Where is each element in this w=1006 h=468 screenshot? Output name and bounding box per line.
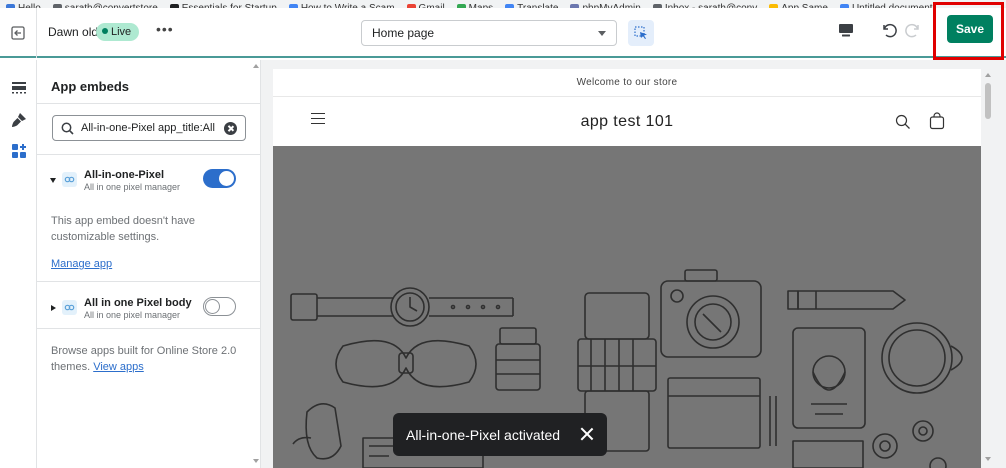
clear-search-icon[interactable] [224, 122, 237, 135]
divider [37, 328, 260, 329]
view-apps-link[interactable]: View apps [93, 361, 144, 373]
embed-search-field[interactable] [52, 115, 246, 141]
embed-name: All in one Pixel body [84, 297, 192, 309]
live-dot-icon [102, 28, 108, 34]
hero-image [273, 146, 981, 468]
sections-icon [12, 82, 26, 94]
editor-topbar: Dawn old Live ••• Home page [0, 8, 1006, 58]
undo-icon [883, 23, 897, 38]
embed-toggle-on[interactable] [203, 169, 236, 188]
expand-arrow-icon[interactable] [51, 305, 56, 311]
page-selector[interactable]: Home page [361, 20, 617, 46]
app-link-icon [62, 300, 77, 315]
embed-toggle-off[interactable] [203, 297, 236, 316]
embed-search-input[interactable] [81, 120, 219, 136]
collapse-arrow-icon[interactable] [50, 178, 56, 183]
inspector-button[interactable] [628, 20, 654, 46]
theme-name: Dawn old [48, 25, 99, 39]
store-name: app test 101 [580, 113, 674, 130]
announcement-bar: Welcome to our store [273, 69, 981, 97]
paint-brush-icon [12, 113, 26, 127]
store-header: app test 101 [273, 97, 981, 147]
browse-apps-text: Browse apps built for Online Store 2.0 t… [51, 345, 237, 373]
manage-app-link[interactable]: Manage app [51, 258, 112, 270]
scroll-down-icon[interactable] [253, 459, 259, 463]
undo-button[interactable] [880, 21, 898, 42]
no-settings-text: This app embed doesn't have customizable… [51, 215, 195, 243]
embed-name: All-in-one-Pixel [84, 169, 165, 181]
divider [37, 103, 260, 104]
apps-icon [12, 144, 26, 158]
preview-scrollbar[interactable] [983, 69, 993, 468]
app-embeds-panel: App embeds All-in-one-Pixel All in one p… [37, 60, 261, 468]
scroll-down-icon[interactable] [985, 457, 991, 461]
preview-canvas: Welcome to our store app test 101 [261, 60, 1006, 468]
toast-message: All-in-one-Pixel activated [406, 427, 561, 443]
save-button[interactable]: Save [947, 15, 993, 43]
rail-theme-settings-button[interactable] [9, 110, 29, 130]
toggle-knob [205, 299, 220, 314]
scroll-thumb[interactable] [985, 83, 991, 119]
rail-sections-button[interactable] [9, 78, 29, 98]
exit-editor-button[interactable] [0, 8, 37, 58]
embed-row-all-in-one-pixel-body[interactable]: All in one Pixel body All in one pixel m… [37, 291, 260, 331]
caret-down-icon [598, 31, 606, 36]
activation-toast: All-in-one-Pixel activated [393, 413, 607, 456]
desktop-preview-button[interactable] [838, 22, 854, 41]
redo-button[interactable] [904, 21, 922, 42]
cart-icon[interactable] [928, 112, 946, 130]
live-status-badge: Live [96, 23, 140, 41]
scroll-up-icon[interactable] [985, 73, 991, 77]
toggle-knob [219, 171, 234, 186]
embed-row-all-in-one-pixel[interactable]: All-in-one-Pixel All in one pixel manage… [37, 163, 260, 203]
hero-illustration [290, 269, 963, 468]
left-rail [0, 60, 37, 468]
exit-icon [11, 26, 25, 40]
save-highlight-box: Save [933, 2, 1004, 60]
page-selector-value: Home page [372, 26, 435, 40]
divider [37, 154, 260, 155]
scroll-up-icon[interactable] [253, 64, 259, 68]
panel-title: App embeds [51, 79, 130, 94]
more-actions-button[interactable]: ••• [156, 21, 174, 37]
sidebar-scrollbar[interactable] [252, 60, 261, 468]
search-icon[interactable] [895, 114, 911, 130]
divider [37, 281, 260, 282]
store-preview[interactable]: Welcome to our store app test 101 [273, 69, 981, 468]
desktop-icon [839, 24, 853, 37]
search-icon [61, 122, 74, 135]
embed-subtitle: All in one pixel manager [84, 182, 181, 192]
embed-subtitle: All in one pixel manager [84, 310, 181, 320]
select-cursor-icon [634, 26, 647, 39]
close-icon[interactable] [579, 426, 595, 442]
app-link-icon [62, 172, 77, 187]
bookmarks-bar: Hellosarath@convertstoreEssentials for S… [0, 0, 1006, 8]
rail-app-embeds-button[interactable] [9, 141, 29, 161]
redo-icon [905, 23, 919, 38]
